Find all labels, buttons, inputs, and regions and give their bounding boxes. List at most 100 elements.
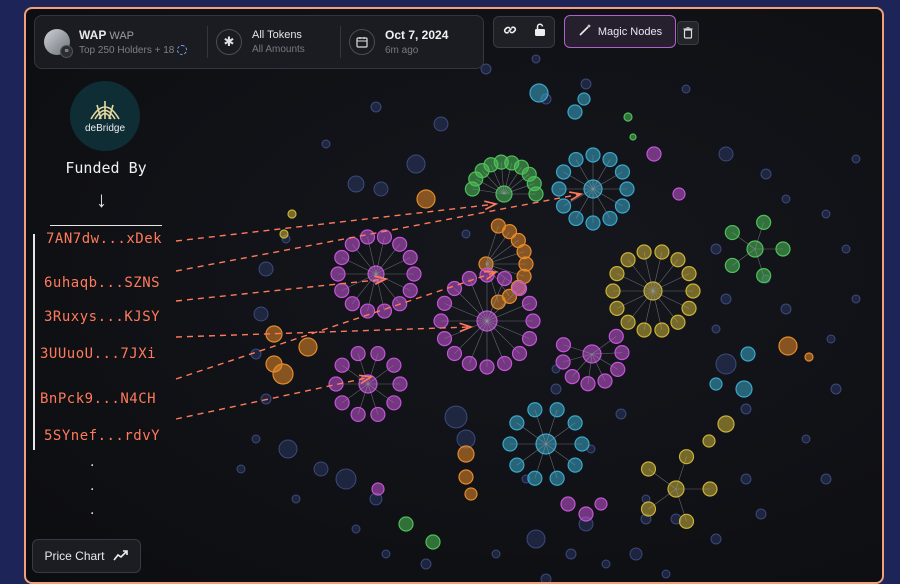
background-bubble[interactable] xyxy=(720,293,732,305)
purple-cluster-center-node[interactable] xyxy=(511,345,528,362)
background-bubble[interactable] xyxy=(830,383,842,395)
purple-cluster-bottom-left-node[interactable] xyxy=(386,395,402,411)
background-bubble[interactable] xyxy=(740,403,752,415)
blue-cluster-bottom-node[interactable] xyxy=(509,415,525,431)
blue-cluster-top-node[interactable] xyxy=(614,198,631,214)
blue-bubble[interactable] xyxy=(740,346,756,362)
purple-cluster-center-node[interactable] xyxy=(436,295,453,311)
purple-cluster-left-node[interactable] xyxy=(344,296,360,312)
orange-cluster-node[interactable] xyxy=(518,256,534,272)
yellow-cluster-node[interactable] xyxy=(620,252,636,268)
background-bubble[interactable] xyxy=(420,558,432,570)
background-bubble[interactable] xyxy=(236,464,246,474)
date-selector[interactable]: Oct 7, 2024 6m ago xyxy=(385,28,448,56)
purple-cluster-bottom-left-node[interactable] xyxy=(370,345,386,362)
yellow-cluster-node[interactable] xyxy=(636,322,652,338)
background-bubble[interactable] xyxy=(251,434,261,444)
yellow-cluster-node[interactable] xyxy=(654,322,670,338)
purple-bubble[interactable] xyxy=(371,482,385,496)
blue-bubble[interactable] xyxy=(529,83,549,103)
yellow-cluster-bottom-node[interactable] xyxy=(702,481,718,497)
background-bubble[interactable] xyxy=(711,324,721,334)
background-bubble[interactable] xyxy=(321,139,331,149)
orange-bubble[interactable] xyxy=(272,363,294,385)
background-bubble[interactable] xyxy=(540,573,552,582)
background-bubble[interactable] xyxy=(406,154,426,174)
blue-cluster-bottom-node[interactable] xyxy=(509,457,525,473)
token-filter[interactable]: All Tokens All Amounts xyxy=(252,29,332,55)
background-bubble[interactable] xyxy=(253,306,269,322)
blue-cluster-bottom-node[interactable] xyxy=(574,436,590,452)
purple-cluster-center-node[interactable] xyxy=(521,331,538,347)
blue-cluster-top-node[interactable] xyxy=(585,147,601,163)
blue-cluster-top-node[interactable] xyxy=(551,181,567,197)
green-cluster-top-node[interactable] xyxy=(528,186,544,202)
purple-cluster-right-node[interactable] xyxy=(614,345,630,361)
purple-bubble[interactable] xyxy=(578,506,594,522)
background-bubble[interactable] xyxy=(629,547,643,561)
background-bubble[interactable] xyxy=(444,405,468,429)
background-bubble[interactable] xyxy=(347,175,365,193)
orange-bubble[interactable] xyxy=(464,487,478,501)
green-bubble[interactable] xyxy=(623,112,633,122)
background-bubble[interactable] xyxy=(351,524,361,534)
background-bubble[interactable] xyxy=(710,533,722,545)
background-bubble[interactable] xyxy=(370,101,382,113)
background-bubble[interactable] xyxy=(335,468,357,490)
purple-cluster-center-node[interactable] xyxy=(497,355,513,372)
background-bubble[interactable] xyxy=(381,549,391,559)
blue-bubble[interactable] xyxy=(735,380,753,398)
purple-cluster-left-node[interactable] xyxy=(330,266,346,282)
purple-cluster-left-node[interactable] xyxy=(359,229,376,245)
green-cluster-right-node[interactable] xyxy=(756,268,772,284)
purple-bubble[interactable] xyxy=(646,146,662,162)
yellow-cluster-node[interactable] xyxy=(609,266,625,282)
background-bubble[interactable] xyxy=(718,146,734,162)
yellow-cluster-node[interactable] xyxy=(605,283,621,299)
green-cluster-right-node[interactable] xyxy=(724,257,740,274)
orange-bubble[interactable] xyxy=(778,336,798,356)
blue-cluster-top-node[interactable] xyxy=(585,215,601,231)
orange-bubble[interactable] xyxy=(457,445,475,463)
blue-cluster-bottom-node[interactable] xyxy=(567,457,583,473)
yellow-cluster-bottom-node[interactable] xyxy=(678,513,695,529)
blue-cluster-bottom-node[interactable] xyxy=(549,470,565,486)
purple-cluster-center-node[interactable] xyxy=(525,313,541,329)
background-bubble[interactable] xyxy=(565,548,577,560)
yellow-cluster-node[interactable] xyxy=(670,314,686,330)
purple-bubble[interactable] xyxy=(672,187,686,201)
purple-cluster-bottom-left-node[interactable] xyxy=(386,357,402,373)
price-chart-button[interactable]: Price Chart xyxy=(32,539,141,573)
holder-graph[interactable] xyxy=(26,9,882,582)
background-bubble[interactable] xyxy=(278,439,298,459)
blue-cluster-bottom-node[interactable] xyxy=(527,470,543,486)
background-bubble[interactable] xyxy=(433,116,449,132)
yellow-bubble[interactable] xyxy=(279,229,289,239)
green-bubble[interactable] xyxy=(425,534,441,550)
purple-cluster-center-node[interactable] xyxy=(461,270,477,287)
yellow-cluster-node[interactable] xyxy=(654,244,670,260)
purple-cluster-right-node[interactable] xyxy=(608,328,624,344)
yellow-cluster-bottom-node[interactable] xyxy=(678,449,695,465)
purple-cluster-right-node[interactable] xyxy=(555,337,572,353)
purple-cluster-bottom-left-node[interactable] xyxy=(370,406,386,423)
orange-bubble[interactable] xyxy=(298,337,318,357)
purple-cluster-bottom-left-node[interactable] xyxy=(350,406,366,423)
background-bubble[interactable] xyxy=(820,473,832,485)
magic-nodes-button[interactable]: Magic Nodes xyxy=(564,15,676,48)
background-bubble[interactable] xyxy=(531,54,541,64)
yellow-cluster-node[interactable] xyxy=(636,244,652,260)
token-avatar[interactable]: ≡ xyxy=(44,29,73,58)
orange-cluster-node[interactable] xyxy=(490,294,506,310)
blue-cluster-bottom-node[interactable] xyxy=(549,402,565,418)
purple-cluster-left-node[interactable] xyxy=(406,266,422,282)
blue-cluster-top-node[interactable] xyxy=(619,181,635,197)
yellow-cluster-bottom-node[interactable] xyxy=(640,501,657,517)
blue-cluster-bottom-node[interactable] xyxy=(527,402,543,418)
background-bubble[interactable] xyxy=(550,383,562,395)
blue-cluster-top-node[interactable] xyxy=(555,198,572,214)
purple-cluster-center-node[interactable] xyxy=(497,270,513,287)
background-bubble[interactable] xyxy=(821,209,831,219)
purple-cluster-right-node[interactable] xyxy=(564,368,580,385)
purple-cluster-bottom-left-node[interactable] xyxy=(334,395,350,411)
